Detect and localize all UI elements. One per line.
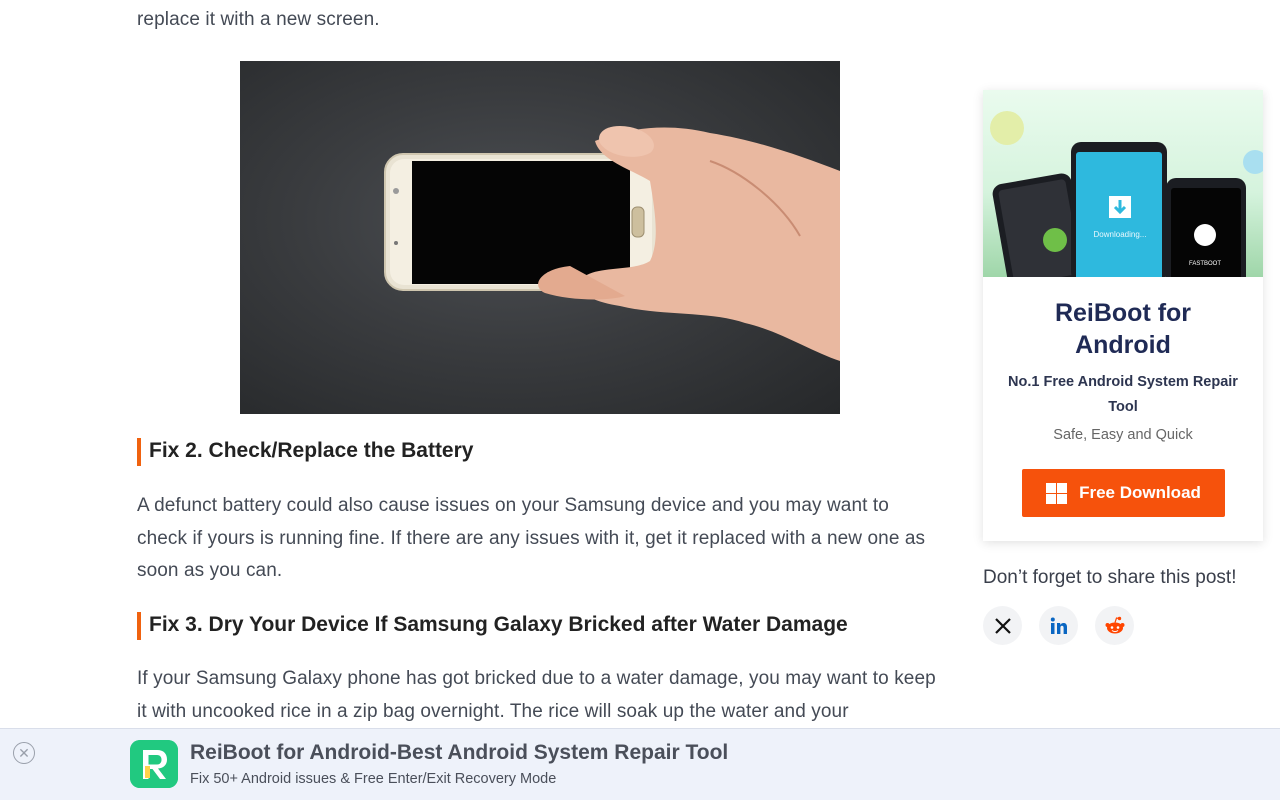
x-icon <box>994 617 1011 634</box>
article-intro-tail: replace it with a new screen. <box>137 9 380 30</box>
hand-holding-phone-image <box>240 61 840 414</box>
share-prompt: Don’t forget to share this post! <box>983 567 1237 588</box>
product-card: Downloading... FASTBOOT ReiBoot for Andr… <box>983 90 1263 541</box>
product-subtitle: No.1 Free Android System Repair Tool <box>1008 374 1238 415</box>
windows-icon <box>1046 482 1068 504</box>
free-download-button[interactable]: Free Download <box>1022 469 1225 517</box>
banner-downloading-text: Downloading... <box>1094 230 1147 239</box>
fix3-paragraph: If your Samsung Galaxy phone has got bri… <box>137 668 936 722</box>
phone-photo-illustration <box>384 125 840 361</box>
fix3-heading: Fix 3. Dry Your Device If Samsung Galaxy… <box>137 611 848 641</box>
free-download-label: Free Download <box>1079 483 1201 502</box>
promo-bar-subtitle: Fix 50+ Android issues & Free Enter/Exit… <box>190 771 557 787</box>
reddit-icon <box>1105 616 1124 633</box>
linkedin-icon <box>1050 617 1067 634</box>
fix2-paragraph: A defunct battery could also cause issue… <box>137 495 926 581</box>
reiboot-logo-icon <box>130 740 178 788</box>
fix2-heading: Fix 2. Check/Replace the Battery <box>137 437 473 467</box>
promo-bar-title[interactable]: ReiBoot for Android-Best Android System … <box>190 741 728 765</box>
bottom-promo-bar: ✕ ReiBoot for Android-Best Android Syste… <box>0 728 1280 800</box>
share-reddit-button[interactable] <box>1095 606 1134 645</box>
product-banner-image: Downloading... FASTBOOT <box>983 90 1263 277</box>
share-x-button[interactable] <box>983 606 1022 645</box>
close-promo-button[interactable]: ✕ <box>13 742 35 764</box>
product-tagline: Safe, Easy and Quick <box>1053 427 1193 443</box>
share-linkedin-button[interactable] <box>1039 606 1078 645</box>
product-title: ReiBoot for Android <box>1054 299 1192 359</box>
close-icon: ✕ <box>18 744 30 761</box>
share-buttons <box>983 606 1134 645</box>
reiboot-app-icon[interactable] <box>130 740 178 788</box>
devices-illustration: Downloading... FASTBOOT <box>990 111 1263 277</box>
banner-fastboot-text: FASTBOOT <box>1189 261 1221 267</box>
